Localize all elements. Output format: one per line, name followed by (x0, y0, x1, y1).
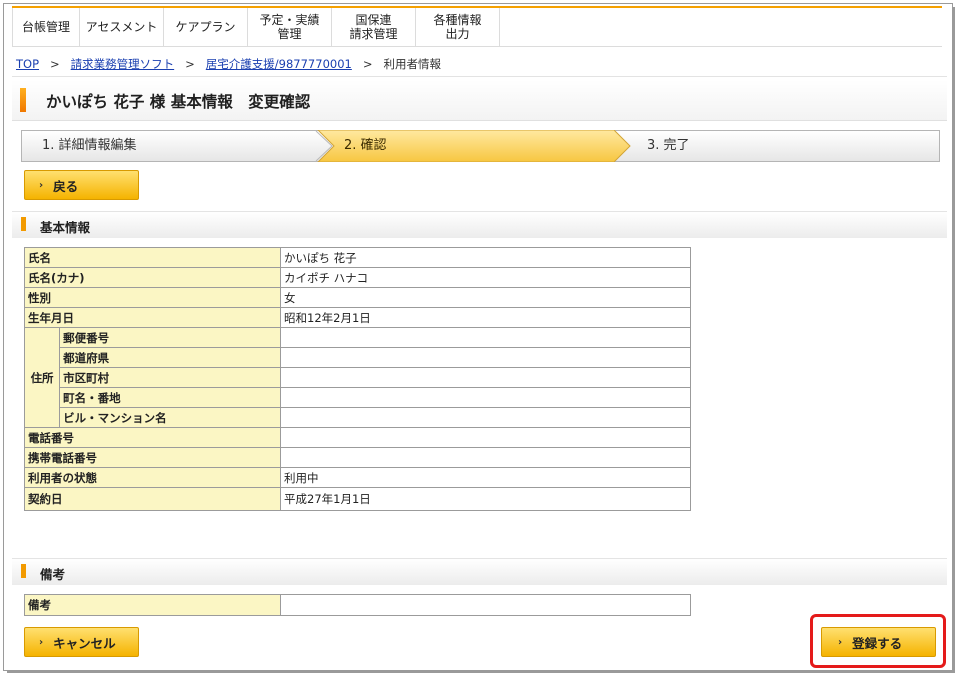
mobile-value (280, 447, 691, 468)
back-button[interactable]: › 戻る (24, 170, 139, 200)
breadcrumb-top-link[interactable]: TOP (16, 57, 39, 71)
postal-label: 郵便番号 (59, 327, 281, 348)
step-indicator: 1. 詳細情報編集 2. 確認 3. 完了 (21, 130, 940, 162)
section-marker (21, 217, 26, 231)
building-label: ビル・マンション名 (59, 407, 281, 428)
nav-tab-schedule[interactable]: 予定・実績 管理 (248, 8, 332, 46)
table-row: 契約日 平成27年1月1日 (24, 487, 691, 511)
table-row: 電話番号 (24, 427, 691, 448)
breadcrumb-separator: > (362, 57, 373, 71)
notes-table: 備考 (24, 594, 691, 616)
table-row: 生年月日 昭和12年2月1日 (24, 307, 691, 328)
notes-label: 備考 (24, 594, 281, 616)
chevron-right-icon: › (838, 636, 843, 648)
postal-value (280, 327, 691, 348)
birth-value: 昭和12年2月1日 (280, 307, 691, 328)
table-row: 住所 郵便番号 (23, 327, 691, 428)
step-3: 3. 完了 (647, 138, 690, 153)
prefecture-value (280, 347, 691, 368)
breadcrumb-current: 利用者情報 (383, 57, 441, 71)
back-button-label: 戻る (53, 178, 79, 194)
register-button[interactable]: › 登録する (821, 627, 936, 657)
kana-label: 氏名(カナ) (24, 267, 281, 288)
step-divider-1 (315, 131, 333, 161)
prefecture-label: 都道府県 (59, 347, 281, 368)
table-row: 備考 (24, 594, 691, 616)
contract-value: 平成27年1月1日 (280, 487, 691, 511)
table-row: 利用者の状態 利用中 (24, 467, 691, 488)
table-row: ビル・マンション名 (25, 407, 691, 428)
status-label: 利用者の状態 (24, 467, 281, 488)
basic-info-table: 氏名 かいぽち 花子 氏名(カナ) カイポチ ハナコ 性別 女 生年月日 昭和1… (23, 247, 691, 511)
divider (12, 76, 947, 77)
phone-label: 電話番号 (24, 427, 281, 448)
town-value (280, 387, 691, 408)
title-marker (20, 88, 26, 112)
register-button-label: 登録する (852, 635, 903, 651)
chevron-right-icon: › (39, 179, 44, 191)
contract-label: 契約日 (24, 487, 281, 511)
nav-tab-careplan[interactable]: ケアプラン (164, 8, 248, 46)
page-title: かいぽち 花子 様 基本情報 変更確認 (46, 93, 311, 111)
mobile-label: 携帯電話番号 (24, 447, 281, 468)
table-row: 町名・番地 (25, 387, 691, 408)
table-row: 氏名 かいぽち 花子 (24, 247, 691, 268)
step-2: 2. 確認 (344, 138, 387, 153)
section-basic-info: 基本情報 (12, 211, 947, 238)
nav-tab-output[interactable]: 各種情報 出力 (416, 8, 500, 46)
breadcrumb-soft-link[interactable]: 請求業務管理ソフト (71, 57, 175, 71)
birth-label: 生年月日 (24, 307, 281, 328)
status-value: 利用中 (280, 467, 691, 488)
app-window: 台帳管理 アセスメント ケアプラン 予定・実績 管理 国保連 請求管理 各種情報… (3, 3, 953, 671)
nav-tab-billing[interactable]: 国保連 請求管理 (332, 8, 416, 46)
name-label: 氏名 (24, 247, 281, 268)
nav-tab-ledger[interactable]: 台帳管理 (12, 8, 80, 46)
breadcrumb-separator: > (50, 57, 60, 71)
section-marker (21, 564, 26, 578)
kana-value: カイポチ ハナコ (280, 267, 691, 288)
table-row: 都道府県 (25, 347, 691, 368)
table-row: 携帯電話番号 (24, 447, 691, 468)
nav-tab-assessment[interactable]: アセスメント (80, 8, 164, 46)
notes-value (280, 594, 691, 616)
chevron-right-icon: › (39, 636, 44, 648)
breadcrumb-service-link[interactable]: 居宅介護支援/9877770001 (206, 57, 352, 71)
city-label: 市区町村 (59, 367, 281, 388)
phone-value (280, 427, 691, 448)
title-bar: かいぽち 花子 様 基本情報 変更確認 (12, 80, 947, 121)
top-navigation: 台帳管理 アセスメント ケアプラン 予定・実績 管理 国保連 請求管理 各種情報… (12, 6, 942, 47)
name-value: かいぽち 花子 (280, 247, 691, 268)
table-row: 性別 女 (24, 287, 691, 308)
gender-value: 女 (280, 287, 691, 308)
town-label: 町名・番地 (59, 387, 281, 408)
gender-label: 性別 (24, 287, 281, 308)
section-title: 備考 (40, 567, 66, 582)
breadcrumb: TOP > 請求業務管理ソフト > 居宅介護支援/9877770001 > 利用者情報 (16, 56, 441, 72)
building-value (280, 407, 691, 428)
city-value (280, 367, 691, 388)
table-row: 氏名(カナ) カイポチ ハナコ (24, 267, 691, 288)
step-1: 1. 詳細情報編集 (42, 138, 137, 153)
breadcrumb-separator: > (185, 57, 195, 71)
section-title: 基本情報 (40, 220, 91, 235)
cancel-button[interactable]: › キャンセル (24, 627, 139, 657)
cancel-button-label: キャンセル (53, 635, 116, 651)
section-notes: 備考 (12, 558, 947, 585)
address-label: 住所 (23, 327, 61, 428)
table-row: 市区町村 (25, 367, 691, 388)
